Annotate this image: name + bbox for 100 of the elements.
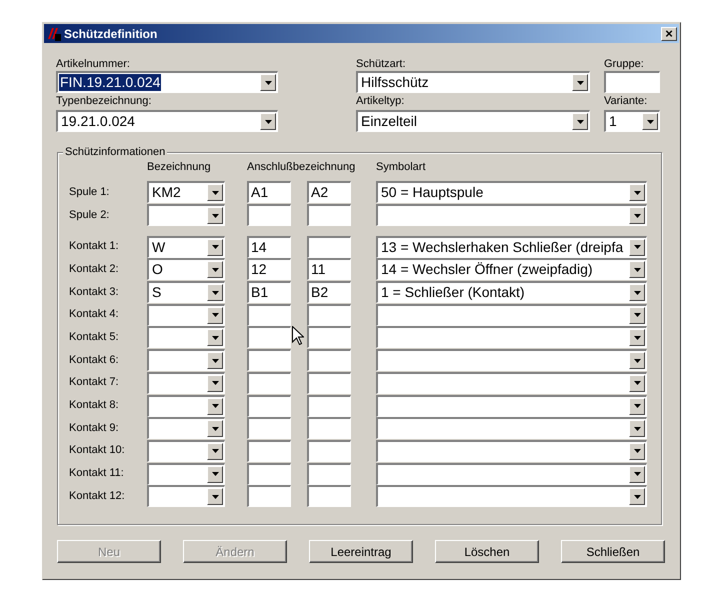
dropdown-arrow-button[interactable] [629, 466, 645, 483]
text-field[interactable]: B2 [307, 281, 351, 304]
text-field[interactable]: 14 [247, 236, 291, 258]
text-field[interactable] [307, 204, 351, 226]
text-field[interactable] [307, 417, 351, 440]
text-field[interactable] [247, 304, 291, 326]
dropdown-arrow-button[interactable] [207, 329, 223, 346]
dropdown-arrow-button[interactable] [207, 374, 223, 392]
dropdown-field[interactable] [147, 204, 225, 226]
text-field[interactable] [247, 372, 291, 394]
dropdown-arrow-button[interactable] [207, 306, 223, 324]
text-field[interactable] [307, 394, 351, 417]
dropdown-arrow-button[interactable] [629, 488, 645, 506]
dropdown-field[interactable] [376, 326, 647, 348]
text-field[interactable] [307, 349, 351, 372]
text-field[interactable] [247, 485, 291, 508]
dropdown-field[interactable] [147, 485, 225, 508]
dropdown-field[interactable]: 50 = Hauptspule [376, 181, 647, 204]
dropdown-arrow-button[interactable] [207, 238, 223, 256]
dialog-button[interactable]: Löschen [435, 540, 539, 563]
dropdown-field[interactable]: Einzelteil [356, 110, 590, 132]
dropdown-arrow-button[interactable] [207, 466, 223, 483]
dropdown-field[interactable]: KM2 [147, 181, 225, 204]
dropdown-field[interactable] [147, 394, 225, 417]
dropdown-field[interactable] [147, 417, 225, 440]
dropdown-field[interactable] [376, 462, 647, 485]
text-field[interactable]: 12 [247, 258, 291, 280]
dropdown-arrow-button[interactable] [572, 113, 588, 130]
dropdown-arrow-button[interactable] [260, 113, 276, 130]
dropdown-arrow-button[interactable] [207, 207, 223, 224]
dropdown-field[interactable]: S [147, 281, 225, 304]
dropdown-arrow-button[interactable] [572, 74, 588, 91]
dialog-button[interactable]: Schließen [561, 540, 665, 563]
dialog-button[interactable]: Leereintrag [309, 540, 413, 563]
close-button[interactable]: × [661, 26, 677, 40]
dropdown-arrow-button[interactable] [629, 352, 645, 370]
dropdown-arrow-button[interactable] [207, 352, 223, 370]
text-field[interactable] [247, 394, 291, 417]
row-label: Kontakt 4: [69, 308, 120, 322]
text-field[interactable]: A2 [307, 181, 351, 204]
dropdown-arrow-button[interactable] [207, 398, 223, 415]
dropdown-field[interactable] [376, 304, 647, 326]
text-field[interactable] [307, 236, 351, 258]
dropdown-field[interactable]: Hilfsschütz [356, 71, 590, 93]
dropdown-arrow-button[interactable] [207, 261, 223, 278]
dropdown-arrow-button[interactable] [207, 420, 223, 438]
text-field[interactable]: B1 [247, 281, 291, 304]
dropdown-arrow-button[interactable] [207, 442, 223, 460]
dropdown-field[interactable]: 1 = Schließer (Kontakt) [376, 281, 647, 304]
dropdown-field[interactable]: 19.21.0.024 [56, 110, 278, 132]
dropdown-arrow-button[interactable] [207, 284, 223, 302]
dropdown-field[interactable] [147, 440, 225, 462]
dropdown-field[interactable] [376, 440, 647, 462]
dropdown-arrow-button[interactable] [629, 420, 645, 438]
dropdown-arrow-button[interactable] [629, 284, 645, 302]
dropdown-arrow-button[interactable] [207, 488, 223, 506]
dropdown-field[interactable]: 14 = Wechsler Öffner (zweipfadig) [376, 258, 647, 280]
dropdown-field[interactable]: 13 = Wechslerhaken Schließer (dreipfa [376, 236, 647, 258]
dropdown-arrow-button[interactable] [207, 184, 223, 202]
text-field[interactable]: A1 [247, 181, 291, 204]
text-field[interactable] [307, 372, 351, 394]
text-field[interactable] [247, 204, 291, 226]
dropdown-field[interactable]: FIN.19.21.0.024 [56, 71, 278, 93]
dropdown-field[interactable] [147, 304, 225, 326]
text-field[interactable] [307, 462, 351, 485]
dropdown-arrow-button[interactable] [629, 442, 645, 460]
text-field[interactable] [247, 440, 291, 462]
dropdown-arrow-button[interactable] [629, 329, 645, 346]
text-field[interactable] [247, 349, 291, 372]
dropdown-field[interactable]: 1 [604, 110, 660, 132]
text-field[interactable] [247, 462, 291, 485]
dropdown-arrow-button[interactable] [629, 398, 645, 415]
dropdown-field[interactable]: W [147, 236, 225, 258]
dropdown-field[interactable] [147, 462, 225, 485]
text-field[interactable] [307, 440, 351, 462]
dropdown-arrow-button[interactable] [642, 113, 658, 130]
dropdown-arrow-button[interactable] [629, 207, 645, 224]
text-field[interactable] [307, 485, 351, 508]
text-field[interactable] [307, 304, 351, 326]
dropdown-field[interactable]: O [147, 258, 225, 280]
text-field[interactable] [247, 417, 291, 440]
dropdown-arrow-button[interactable] [629, 238, 645, 256]
text-field[interactable] [604, 71, 660, 93]
dropdown-arrow-button[interactable] [629, 261, 645, 278]
dropdown-field[interactable] [147, 326, 225, 348]
dropdown-field[interactable] [147, 349, 225, 372]
dropdown-field[interactable] [376, 372, 647, 394]
dropdown-field[interactable] [376, 349, 647, 372]
text-field[interactable]: 11 [307, 258, 351, 280]
dropdown-field[interactable] [376, 394, 647, 417]
dropdown-field[interactable] [376, 417, 647, 440]
dropdown-arrow-button[interactable] [629, 306, 645, 324]
dropdown-arrow-button[interactable] [629, 374, 645, 392]
dropdown-arrow-button[interactable] [260, 74, 276, 91]
dropdown-arrow-button[interactable] [629, 184, 645, 202]
text-field[interactable] [307, 326, 351, 348]
dropdown-field[interactable] [147, 372, 225, 394]
dropdown-field[interactable] [376, 204, 647, 226]
text-field[interactable] [247, 326, 291, 348]
dropdown-field[interactable] [376, 485, 647, 508]
